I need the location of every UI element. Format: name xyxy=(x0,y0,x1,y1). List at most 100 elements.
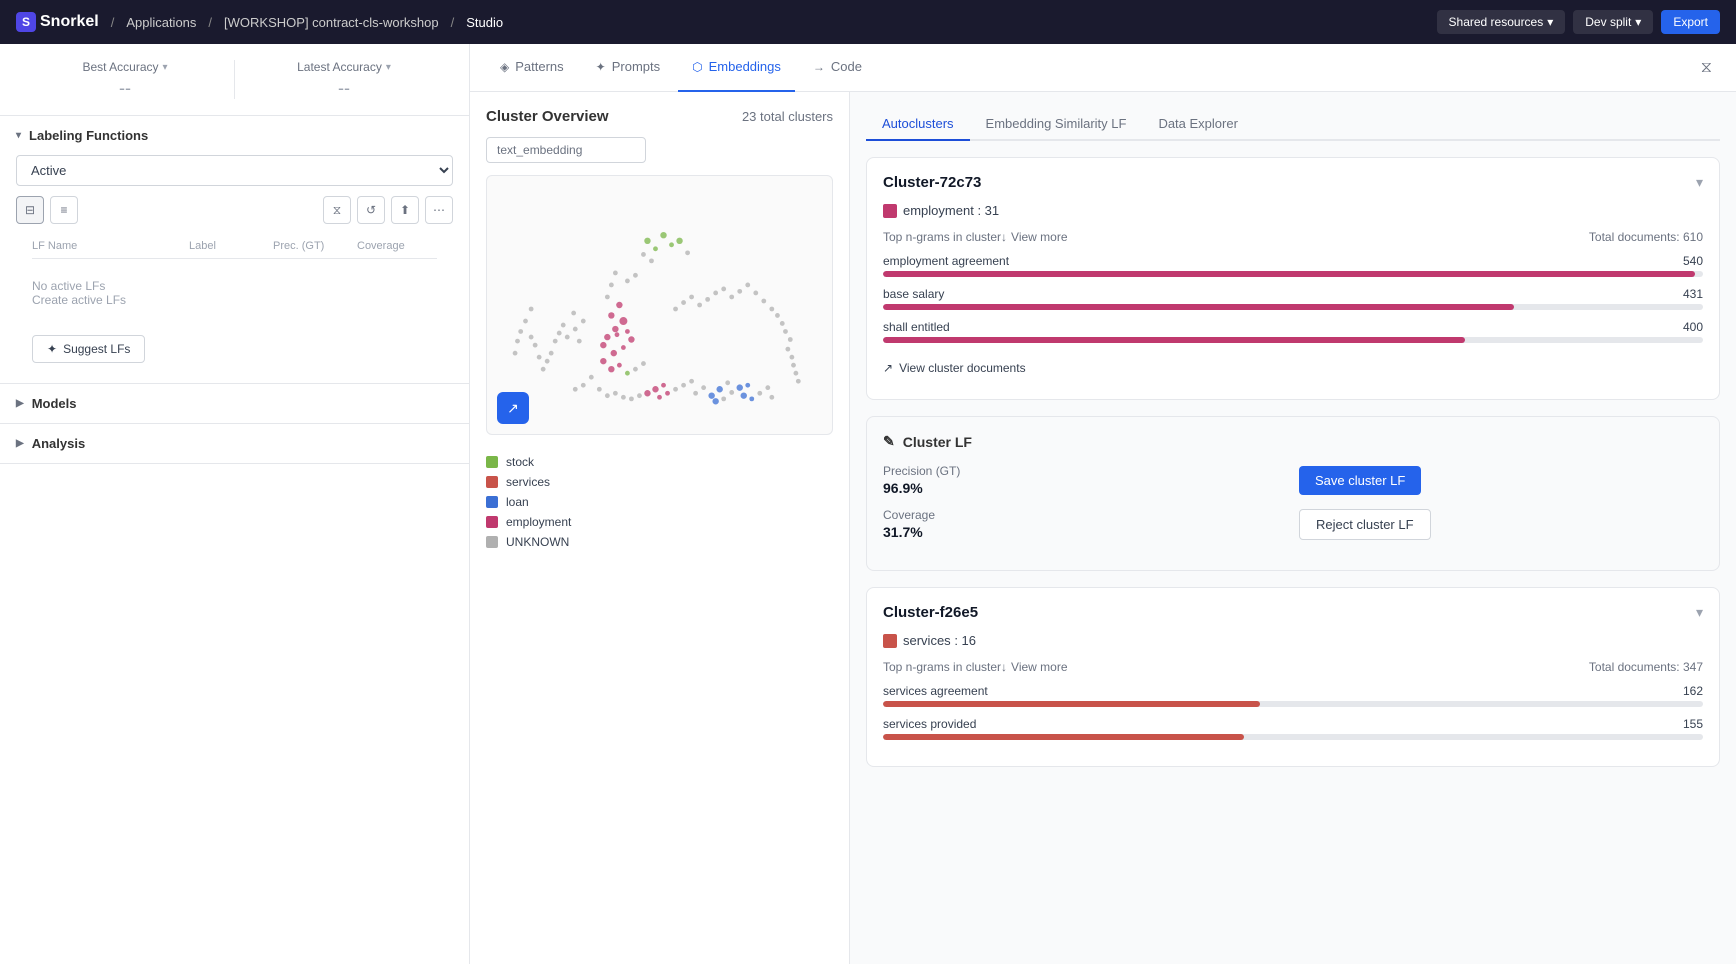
lf-reject-actions: Reject cluster LF xyxy=(1299,508,1703,540)
ngram-bar-services-provided xyxy=(883,734,1244,740)
reject-cluster-lf-button[interactable]: Reject cluster LF xyxy=(1299,509,1431,540)
main-layout: Best Accuracy ▾ -- Latest Accuracy ▾ -- … xyxy=(0,44,1736,964)
cluster-card-f26e5: Cluster-f26e5 ▾ services : 16 Top n-gram… xyxy=(866,587,1720,767)
tab-patterns[interactable]: ◈ Patterns xyxy=(486,44,578,92)
view-cluster-docs-button[interactable]: ↗ View cluster documents xyxy=(883,353,1026,383)
content-body: Cluster Overview 23 total clusters text_… xyxy=(470,92,1736,964)
lf-section-chevron: ▾ xyxy=(16,130,21,141)
detail-tab-autoclusters[interactable]: Autoclusters xyxy=(866,108,970,141)
suggest-lfs-button[interactable]: ✦ Suggest LFs xyxy=(32,335,145,363)
analysis-section-header[interactable]: ▶ Analysis xyxy=(0,424,469,463)
lf-filter-button[interactable]: ⧖ xyxy=(323,196,351,224)
breadcrumb-applications[interactable]: Applications xyxy=(126,15,196,30)
cluster-legend: stock services loan employment xyxy=(486,447,833,557)
breadcrumb-workshop[interactable]: [WORKSHOP] contract-cls-workshop xyxy=(224,15,439,30)
scatter-plot xyxy=(487,176,832,434)
detail-tab-embedding-similarity[interactable]: Embedding Similarity LF xyxy=(970,108,1143,141)
lf-section-label: Labeling Functions xyxy=(29,128,148,143)
brand-name: Snorkel xyxy=(40,13,99,31)
lf-col-name: LF Name xyxy=(32,240,185,252)
tab-code-label: Code xyxy=(831,59,862,74)
cluster-visualization: ↗ xyxy=(486,175,833,435)
cluster-72c73-label-color xyxy=(883,204,897,218)
cluster-card-72c73: Cluster-72c73 ▾ employment : 31 Top n-gr… xyxy=(866,157,1720,400)
cluster-f26e5-label-color xyxy=(883,634,897,648)
lf-list-view-button[interactable]: ≡ xyxy=(50,196,78,224)
save-cluster-lf-button[interactable]: Save cluster LF xyxy=(1299,466,1421,495)
legend-dot-employment xyxy=(486,516,498,528)
legend-dot-unknown xyxy=(486,536,498,548)
embeddings-tab-icon: ⬡ xyxy=(692,60,702,74)
breadcrumb-sep-2: / xyxy=(208,15,212,30)
lf-grid-view-button[interactable]: ⊟ xyxy=(16,196,44,224)
tab-code[interactable]: → Code xyxy=(799,44,876,92)
no-active-lfs: No active LFs Create active LFs xyxy=(16,259,453,327)
analysis-label: Analysis xyxy=(32,436,85,451)
legend-label-employment: employment xyxy=(506,515,571,529)
cluster-overview-title: Cluster Overview xyxy=(486,108,609,125)
main-content: ◈ Patterns ✦ Prompts ⬡ Embeddings → Code… xyxy=(470,44,1736,964)
brand-logo: S Snorkel xyxy=(16,12,99,32)
expand-visualization-button[interactable]: ↗ xyxy=(497,392,529,424)
ngram-bar-employment-agreement xyxy=(883,271,1695,277)
cluster-f26e5-label-text: services : 16 xyxy=(903,633,976,648)
cluster-lf-header: ✎ Cluster LF xyxy=(883,433,1703,450)
lf-controls: Active ⊟ ≡ ⧖ ↺ ⬆ ⋯ LF Name Label Prec. (… xyxy=(0,155,469,383)
patterns-tab-icon: ◈ xyxy=(500,60,509,74)
cluster-f26e5-label-badge: services : 16 xyxy=(883,633,1703,648)
legend-label-stock: stock xyxy=(506,455,534,469)
lf-coverage-metric: Coverage 31.7% xyxy=(883,508,1287,540)
best-accuracy-label: Best Accuracy ▾ xyxy=(16,60,234,74)
lf-more-button[interactable]: ⋯ xyxy=(425,196,453,224)
cluster-lf-title: Cluster LF xyxy=(903,434,972,450)
content-filter-button[interactable]: ⧖ xyxy=(1693,55,1720,81)
embedding-type-select[interactable]: text_embedding xyxy=(486,137,646,163)
models-section-header[interactable]: ▶ Models xyxy=(0,384,469,423)
export-button[interactable]: Export xyxy=(1661,10,1720,34)
models-section: ▶ Models xyxy=(0,384,469,424)
labeling-functions-section: ▾ Labeling Functions Active ⊟ ≡ ⧖ ↺ ⬆ ⋯ … xyxy=(0,116,469,384)
lf-metrics: Precision (GT) 96.9% Save cluster LF Cov… xyxy=(883,464,1703,540)
ngram-bar-services-agreement xyxy=(883,701,1260,707)
ngram-bar-shall-entitled xyxy=(883,337,1465,343)
ngram-employment-agreement: employment agreement 540 xyxy=(883,254,1703,277)
best-accuracy-col: Best Accuracy ▾ -- xyxy=(16,60,234,99)
cluster-72c73-ngrams-header: Top n-grams in cluster ↓ View more Total… xyxy=(883,230,1703,244)
cluster-panel: Cluster Overview 23 total clusters text_… xyxy=(470,92,850,964)
lf-active-filter[interactable]: Active xyxy=(16,155,453,186)
latest-accuracy-col: Latest Accuracy ▾ -- xyxy=(235,60,453,99)
cluster-f26e5-total-docs: Total documents: 347 xyxy=(1589,660,1703,674)
models-chevron: ▶ xyxy=(16,398,24,409)
shared-resources-button[interactable]: Shared resources ▾ xyxy=(1437,10,1566,34)
detail-tab-data-explorer[interactable]: Data Explorer xyxy=(1142,108,1253,141)
cluster-f26e5-view-more-button[interactable]: ↓ View more xyxy=(1001,660,1067,674)
embedding-select-row: text_embedding xyxy=(486,137,833,163)
lf-refresh-button[interactable]: ↺ xyxy=(357,196,385,224)
cluster-72c73-chevron[interactable]: ▾ xyxy=(1696,174,1703,191)
tab-prompts[interactable]: ✦ Prompts xyxy=(582,44,674,92)
models-label: Models xyxy=(32,396,77,411)
tab-embeddings[interactable]: ⬡ Embeddings xyxy=(678,44,795,92)
sidebar: Best Accuracy ▾ -- Latest Accuracy ▾ -- … xyxy=(0,44,470,964)
cluster-f26e5-chevron[interactable]: ▾ xyxy=(1696,604,1703,621)
latest-accuracy-label: Latest Accuracy ▾ xyxy=(235,60,453,74)
legend-item-unknown: UNKNOWN xyxy=(486,535,833,549)
cluster-detail-panel: Autoclusters Embedding Similarity LF Dat… xyxy=(850,92,1736,964)
top-navigation: S Snorkel / Applications / [WORKSHOP] co… xyxy=(0,0,1736,44)
ngram-shall-entitled: shall entitled 400 xyxy=(883,320,1703,343)
legend-label-unknown: UNKNOWN xyxy=(506,535,569,549)
cluster-72c73-view-more-button[interactable]: ↓ View more xyxy=(1001,230,1067,244)
lf-export-button[interactable]: ⬆ xyxy=(391,196,419,224)
legend-dot-loan xyxy=(486,496,498,508)
lf-col-coverage: Coverage xyxy=(357,240,437,252)
tab-embeddings-label: Embeddings xyxy=(709,59,781,74)
cluster-f26e5-ngrams-title: Top n-grams in cluster xyxy=(883,660,1001,674)
tab-prompts-label: Prompts xyxy=(612,59,660,74)
lf-toolbar: ⊟ ≡ ⧖ ↺ ⬆ ⋯ xyxy=(16,196,453,224)
legend-label-loan: loan xyxy=(506,495,529,509)
legend-item-services: services xyxy=(486,475,833,489)
dev-split-button[interactable]: Dev split ▾ xyxy=(1573,10,1653,34)
breadcrumb-studio[interactable]: Studio xyxy=(466,15,503,30)
analysis-section: ▶ Analysis xyxy=(0,424,469,464)
labeling-functions-header[interactable]: ▾ Labeling Functions xyxy=(0,116,469,155)
